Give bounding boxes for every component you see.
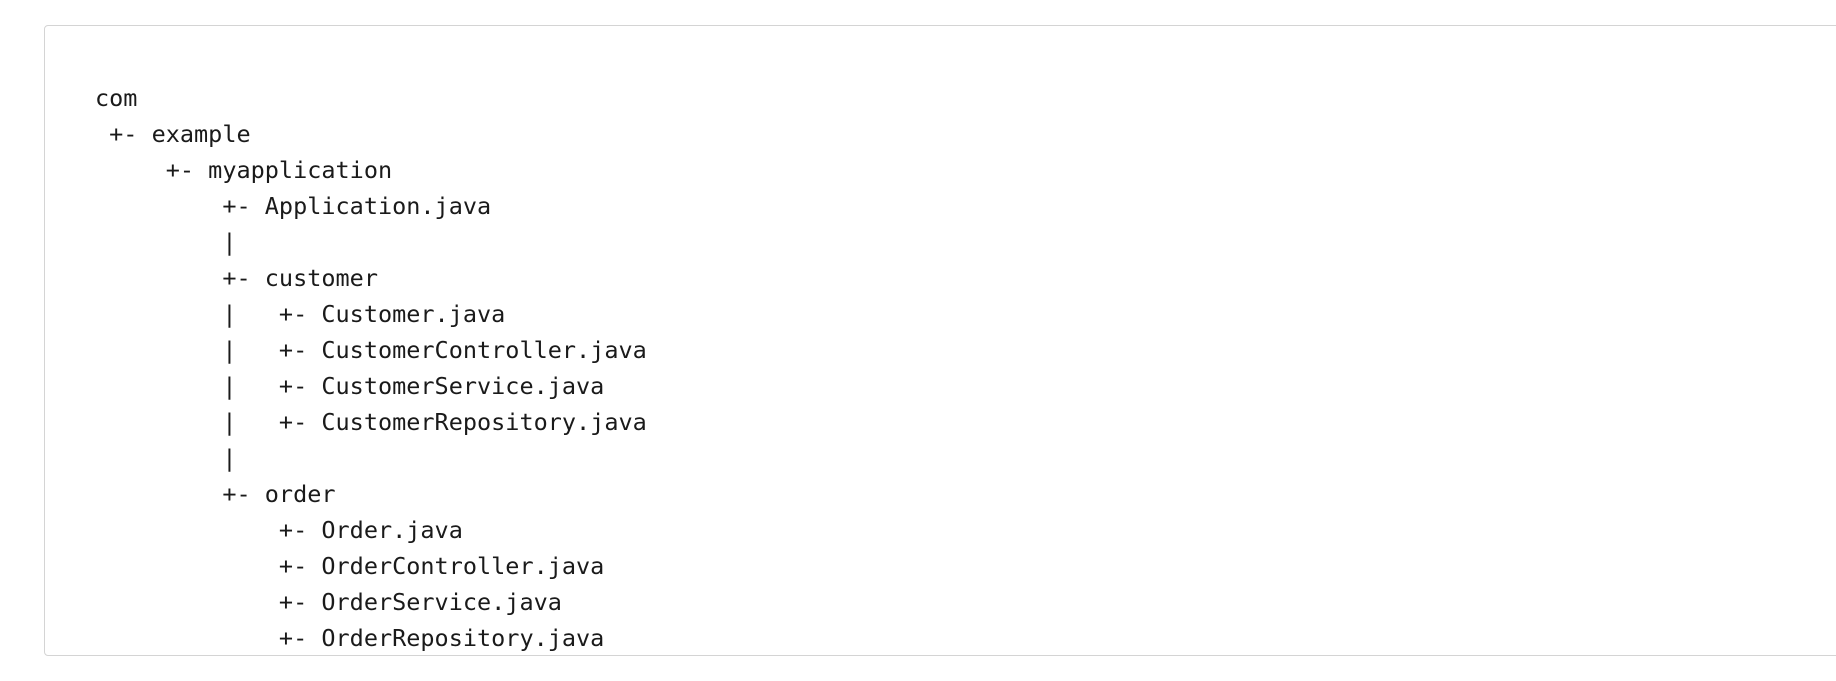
tree-line-order-controller-java: +- OrderController.java bbox=[95, 552, 605, 580]
tree-line-order-repository-java: +- OrderRepository.java bbox=[95, 624, 605, 652]
tree-line-connector: | bbox=[95, 228, 237, 256]
tree-line-com: com bbox=[95, 84, 138, 112]
tree-line-myapplication: +- myapplication bbox=[95, 156, 393, 184]
tree-line-customer: +- customer bbox=[95, 264, 378, 292]
tree-line-connector: | bbox=[95, 444, 237, 472]
tree-line-customer-service-java: | +- CustomerService.java bbox=[95, 372, 605, 400]
tree-line-order: +- order bbox=[95, 480, 336, 508]
directory-tree: com +- example +- myapplication +- Appli… bbox=[95, 80, 647, 656]
code-block: com +- example +- myapplication +- Appli… bbox=[44, 25, 1836, 656]
tree-line-example: +- example bbox=[95, 120, 251, 148]
tree-line-customer-java: | +- Customer.java bbox=[95, 300, 506, 328]
tree-line-order-java: +- Order.java bbox=[95, 516, 463, 544]
tree-line-customer-controller-java: | +- CustomerController.java bbox=[95, 336, 647, 364]
tree-line-order-service-java: +- OrderService.java bbox=[95, 588, 562, 616]
tree-line-customer-repository-java: | +- CustomerRepository.java bbox=[95, 408, 647, 436]
tree-line-application-java: +- Application.java bbox=[95, 192, 492, 220]
